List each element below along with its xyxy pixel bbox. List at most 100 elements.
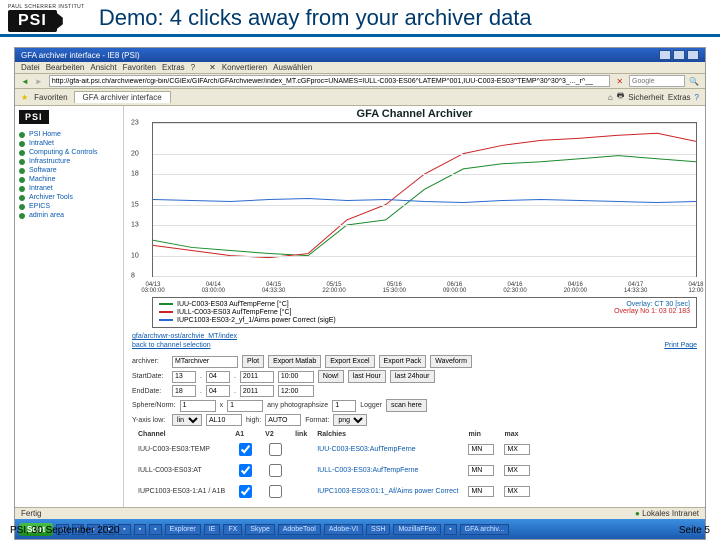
channel-a1-checkbox[interactable] <box>239 485 252 498</box>
xtick: 06/1609:00:00 <box>430 282 480 294</box>
table-row: IULL-C003-ES03:ATIULL-C003-ES03:AufTempF… <box>134 461 534 480</box>
legend-item: IULL-C003-ES03 AufTempFerne [°C] <box>159 309 336 316</box>
xtick: 05/1615:30:00 <box>369 282 419 294</box>
favorites-icon[interactable]: ★ <box>21 93 28 102</box>
enddate-day[interactable] <box>172 385 196 397</box>
channel-a1-checkbox[interactable] <box>239 464 252 477</box>
menu-favoriten[interactable]: Favoriten <box>123 63 156 72</box>
channel-max[interactable] <box>504 486 530 497</box>
photo-val[interactable] <box>332 400 356 412</box>
ylow-input[interactable] <box>206 414 242 426</box>
menu-ansicht[interactable]: Ansicht <box>90 63 116 72</box>
psi-logo: PSI <box>8 10 57 32</box>
channel-v2-checkbox[interactable] <box>269 485 282 498</box>
waveform-button[interactable]: Waveform <box>430 355 472 368</box>
menu-help[interactable]: ? <box>191 63 195 72</box>
sidebar-item[interactable]: admin area <box>19 211 119 220</box>
minimize-button[interactable] <box>659 50 671 60</box>
sidebar-item[interactable]: Software <box>19 166 119 175</box>
browser-tab[interactable]: GFA archiver interface <box>74 91 171 103</box>
search-icon[interactable]: 🔍 <box>689 77 699 86</box>
startdate-label: StartDate: <box>132 373 168 380</box>
help-icon[interactable]: ? <box>695 93 699 102</box>
startdate-month[interactable] <box>206 371 230 383</box>
export-excel-button[interactable]: Export Excel <box>325 355 374 368</box>
embedded-screenshot: GFA archiver interface - IE8 (PSI) Datei… <box>14 47 706 540</box>
fwd-icon[interactable]: ► <box>35 77 43 86</box>
menu-auswaehlen[interactable]: Auswählen <box>273 63 312 72</box>
home-icon[interactable]: ⌂ <box>608 93 613 102</box>
enddate-year[interactable] <box>240 385 274 397</box>
menu-konvertieren[interactable]: Konvertieren <box>222 63 267 72</box>
logger-label: Logger <box>360 402 382 409</box>
browser-statusbar: Fertig ● Lokales Intranet <box>15 507 705 519</box>
sidebar-item[interactable]: Intranet <box>19 184 119 193</box>
channel-min[interactable] <box>468 465 494 476</box>
index-link[interactable]: gfa/archvwr-ost/archvie_MT/index <box>132 333 237 340</box>
last24h-button[interactable]: last 24hour <box>390 370 435 383</box>
back-icon[interactable]: ◄ <box>21 77 29 86</box>
startdate-year[interactable] <box>240 371 274 383</box>
window-titlebar: GFA archiver interface - IE8 (PSI) <box>15 48 705 62</box>
channel-max[interactable] <box>504 444 530 455</box>
enddate-time[interactable] <box>278 385 314 397</box>
channel-min[interactable] <box>468 444 494 455</box>
plot-button[interactable]: Plot <box>242 355 264 368</box>
stop-icon[interactable]: ✕ <box>616 77 623 86</box>
sphere-y[interactable] <box>227 400 263 412</box>
yhigh-input[interactable] <box>265 414 301 426</box>
sidebar-item[interactable]: EPICS <box>19 202 119 211</box>
menu-bearbeiten[interactable]: Bearbeiten <box>46 63 85 72</box>
sphere-label: Sphere/Norm: <box>132 402 176 409</box>
format-select[interactable]: png <box>333 414 367 426</box>
enddate-month[interactable] <box>206 385 230 397</box>
ytick: 20 <box>131 150 139 157</box>
scanhere-button[interactable]: scan here <box>386 399 427 412</box>
print-page-link[interactable]: Print Page <box>664 342 697 349</box>
channel-v2-checkbox[interactable] <box>269 464 282 477</box>
url-input[interactable] <box>49 75 610 87</box>
ytick: 10 <box>131 252 139 259</box>
startdate-time[interactable] <box>278 371 314 383</box>
startdate-day[interactable] <box>172 371 196 383</box>
print-icon[interactable]: 🖶 <box>617 90 625 104</box>
archiver-label: archiver: <box>132 358 168 365</box>
search-input[interactable] <box>629 75 685 87</box>
page-menu[interactable]: Sicherheit <box>628 93 664 102</box>
channel-min[interactable] <box>468 486 494 497</box>
table-row: IUPC1003-ES03-1:A1 / A1BIUPC1003-ES03:01… <box>134 482 534 501</box>
sidebar-item[interactable]: Computing & Controls <box>19 148 119 157</box>
sidebar-item[interactable]: PSI Home <box>19 130 119 139</box>
channel-v2-checkbox[interactable] <box>269 443 282 456</box>
tools-menu[interactable]: Extras <box>668 93 691 102</box>
back-link[interactable]: back to channel selection <box>132 342 211 349</box>
sidebar-item[interactable]: Infrastructure <box>19 157 119 166</box>
xtick: 04/1812:00 <box>671 282 705 294</box>
enddate-label: EndDate: <box>132 388 168 395</box>
now-button[interactable]: Now! <box>318 370 344 383</box>
lasthour-button[interactable]: last Hour <box>348 370 386 383</box>
ytick: 15 <box>131 201 139 208</box>
channel-max[interactable] <box>504 465 530 476</box>
header-rule <box>0 34 720 37</box>
ytick: 13 <box>131 222 139 229</box>
photo-label: any photographsize <box>267 402 328 409</box>
maximize-button[interactable] <box>673 50 685 60</box>
sidebar-item[interactable]: Machine <box>19 175 119 184</box>
yaxis-high-label: high: <box>246 417 261 424</box>
menu-datei[interactable]: Datei <box>21 63 40 72</box>
sphere-x[interactable] <box>180 400 216 412</box>
xtick: 04/1620:00:00 <box>550 282 600 294</box>
export-matlab-button[interactable]: Export Matlab <box>268 355 321 368</box>
sidebar-item[interactable]: IntraNet <box>19 139 119 148</box>
sidebar-item[interactable]: Archiver Tools <box>19 193 119 202</box>
table-row: IUU-C003-ES03:TEMPIUU-C003-ES03:AufTempF… <box>134 440 534 459</box>
scaling-select[interactable]: lin <box>172 414 202 426</box>
menu-extras[interactable]: Extras <box>162 63 185 72</box>
export-pack-button[interactable]: Export Pack <box>379 355 427 368</box>
archiver-input[interactable] <box>172 356 238 368</box>
channel-a1-checkbox[interactable] <box>239 443 252 456</box>
ytick: 8 <box>131 273 135 280</box>
close-button[interactable] <box>687 50 699 60</box>
xtick: 04/1714:33:30 <box>611 282 661 294</box>
